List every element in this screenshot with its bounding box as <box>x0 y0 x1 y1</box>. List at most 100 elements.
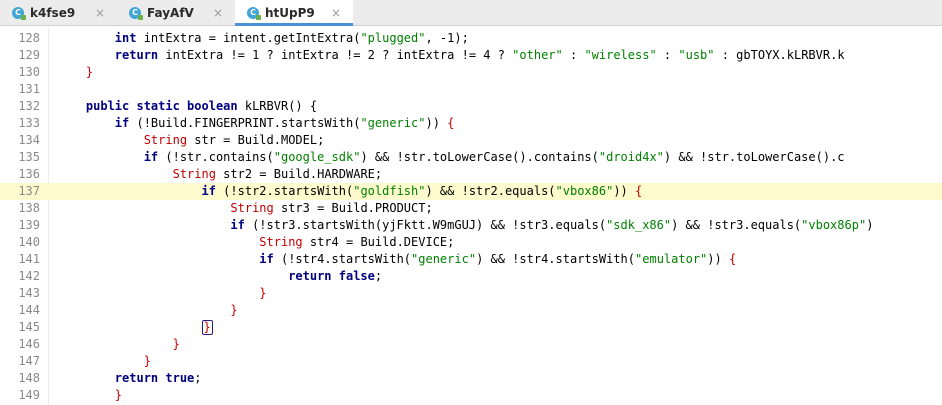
code-line[interactable]: 146 } <box>0 336 942 353</box>
code-line[interactable]: 149 } <box>0 387 942 404</box>
code-token: { <box>728 252 737 266</box>
code-token: return false <box>288 269 375 283</box>
line-number: 142 <box>18 269 40 283</box>
code-line[interactable]: 137 if (!str2.startsWith("goldfish") && … <box>0 183 942 200</box>
editor-tab-bar: C k4fse9 × C FayAfV × C htUpP9 × <box>0 0 942 26</box>
line-number: 137 <box>18 184 40 198</box>
close-icon[interactable]: × <box>327 6 345 20</box>
code-line[interactable]: 143 } <box>0 285 942 302</box>
code-line[interactable]: 132 public static boolean kLRBVR() { <box>0 98 942 115</box>
code-line[interactable]: 140 String str4 = Build.DEVICE; <box>0 234 942 251</box>
code-line[interactable]: 138 String str3 = Build.PRODUCT; <box>0 200 942 217</box>
line-number: 143 <box>18 286 40 300</box>
line-number: 139 <box>18 218 40 232</box>
code-token: if <box>230 218 245 232</box>
code-token: return true <box>114 371 195 385</box>
line-code: } <box>57 336 180 353</box>
code-token: (!str2.startsWith( <box>215 184 354 198</box>
code-token: } <box>114 388 123 402</box>
code-line[interactable]: 130 } <box>0 64 942 81</box>
code-token: ; <box>374 269 383 283</box>
code-line[interactable]: 135 if (!str.contains("google_sdk") && !… <box>0 149 942 166</box>
line-number: 131 <box>18 82 40 96</box>
code-token: str4 = Build.DEVICE; <box>302 235 455 249</box>
code-token: ) && !str.toLowerCase().contains( <box>360 150 599 164</box>
code-token: if <box>201 184 216 198</box>
code-token: } <box>230 303 238 317</box>
code-token: ; <box>194 371 202 385</box>
code-token: : <box>562 48 585 62</box>
code-line[interactable]: 147 } <box>0 353 942 370</box>
code-editor[interactable]: 128 int intExtra = intent.getIntExtra("p… <box>0 27 942 405</box>
code-line[interactable]: 144 } <box>0 302 942 319</box>
tab-k4fse9[interactable]: C k4fse9 × <box>0 0 117 25</box>
code-line[interactable]: 129 return intExtra != 1 ? intExtra != 2… <box>0 47 942 64</box>
code-line[interactable]: 128 int intExtra = intent.getIntExtra("p… <box>0 30 942 47</box>
code-token: "emulator" <box>635 252 708 266</box>
code-line[interactable]: 148 return true; <box>0 370 942 387</box>
code-token: : <box>656 48 679 62</box>
line-number: 129 <box>18 48 40 62</box>
code-line[interactable]: 134 String str = Build.MODEL; <box>0 132 942 149</box>
code-token: } <box>143 354 151 368</box>
code-line[interactable]: 142 return false; <box>0 268 942 285</box>
line-number: 138 <box>18 201 40 215</box>
code-token: return <box>114 48 159 62</box>
line-code: return true; <box>57 370 202 387</box>
line-code: } <box>57 319 213 336</box>
tab-label: FayAfV <box>147 5 194 20</box>
line-code: if (!str.contains("google_sdk") && !str.… <box>57 149 845 166</box>
code-token: str3 = Build.PRODUCT; <box>273 201 433 215</box>
close-icon[interactable]: × <box>209 6 227 20</box>
line-number: 147 <box>18 354 40 368</box>
code-token: (!str.contains( <box>158 150 274 164</box>
line-code: } <box>57 353 151 370</box>
code-token: "other" <box>512 48 563 62</box>
line-code: return false; <box>57 268 382 285</box>
code-line[interactable]: 136 String str2 = Build.HARDWARE; <box>0 166 942 183</box>
code-token: } <box>85 65 94 79</box>
line-number: 146 <box>18 337 40 351</box>
code-token: ) && !str4.startsWith( <box>476 252 636 266</box>
line-number: 135 <box>18 150 40 164</box>
code-token: str = Build.MODEL; <box>187 133 325 147</box>
line-code: if (!Build.FINGERPRINT.startsWith("gener… <box>57 115 455 132</box>
tab-fayafv[interactable]: C FayAfV × <box>117 0 235 25</box>
line-number: 145 <box>18 320 40 334</box>
code-line[interactable]: 141 if (!str4.startsWith("generic") && !… <box>0 251 942 268</box>
line-code: if (!str2.startsWith("goldfish") && !str… <box>57 183 643 200</box>
close-icon[interactable]: × <box>91 6 109 20</box>
code-line[interactable]: 145 } <box>0 319 942 336</box>
code-token: String <box>259 235 303 249</box>
line-code: if (!str4.startsWith("generic") && !str4… <box>57 251 736 268</box>
java-class-icon: C <box>12 6 26 20</box>
code-token: { <box>447 116 455 130</box>
line-code: return intExtra != 1 ? intExtra != 2 ? i… <box>57 47 845 64</box>
line-code: String str3 = Build.PRODUCT; <box>57 200 433 217</box>
code-lines[interactable]: 128 int intExtra = intent.getIntExtra("p… <box>0 30 942 404</box>
code-line[interactable]: 131 <box>0 81 942 98</box>
tab-htupp9[interactable]: C htUpP9 × <box>235 0 353 26</box>
java-class-icon: C <box>129 6 143 20</box>
code-token: ) && !str.toLowerCase().c <box>663 150 845 164</box>
code-line[interactable]: 133 if (!Build.FINGERPRINT.startsWith("g… <box>0 115 942 132</box>
line-code: String str2 = Build.HARDWARE; <box>57 166 383 183</box>
line-code: int intExtra = intent.getIntExtra("plugg… <box>57 30 469 47</box>
code-token: : gbTOYX.kLRBVR.k <box>714 48 845 62</box>
code-line[interactable]: 139 if (!str3.startsWith(yjFktt.W9mGUJ) … <box>0 217 942 234</box>
line-code: } <box>57 64 93 81</box>
line-code: String str4 = Build.DEVICE; <box>57 234 454 251</box>
